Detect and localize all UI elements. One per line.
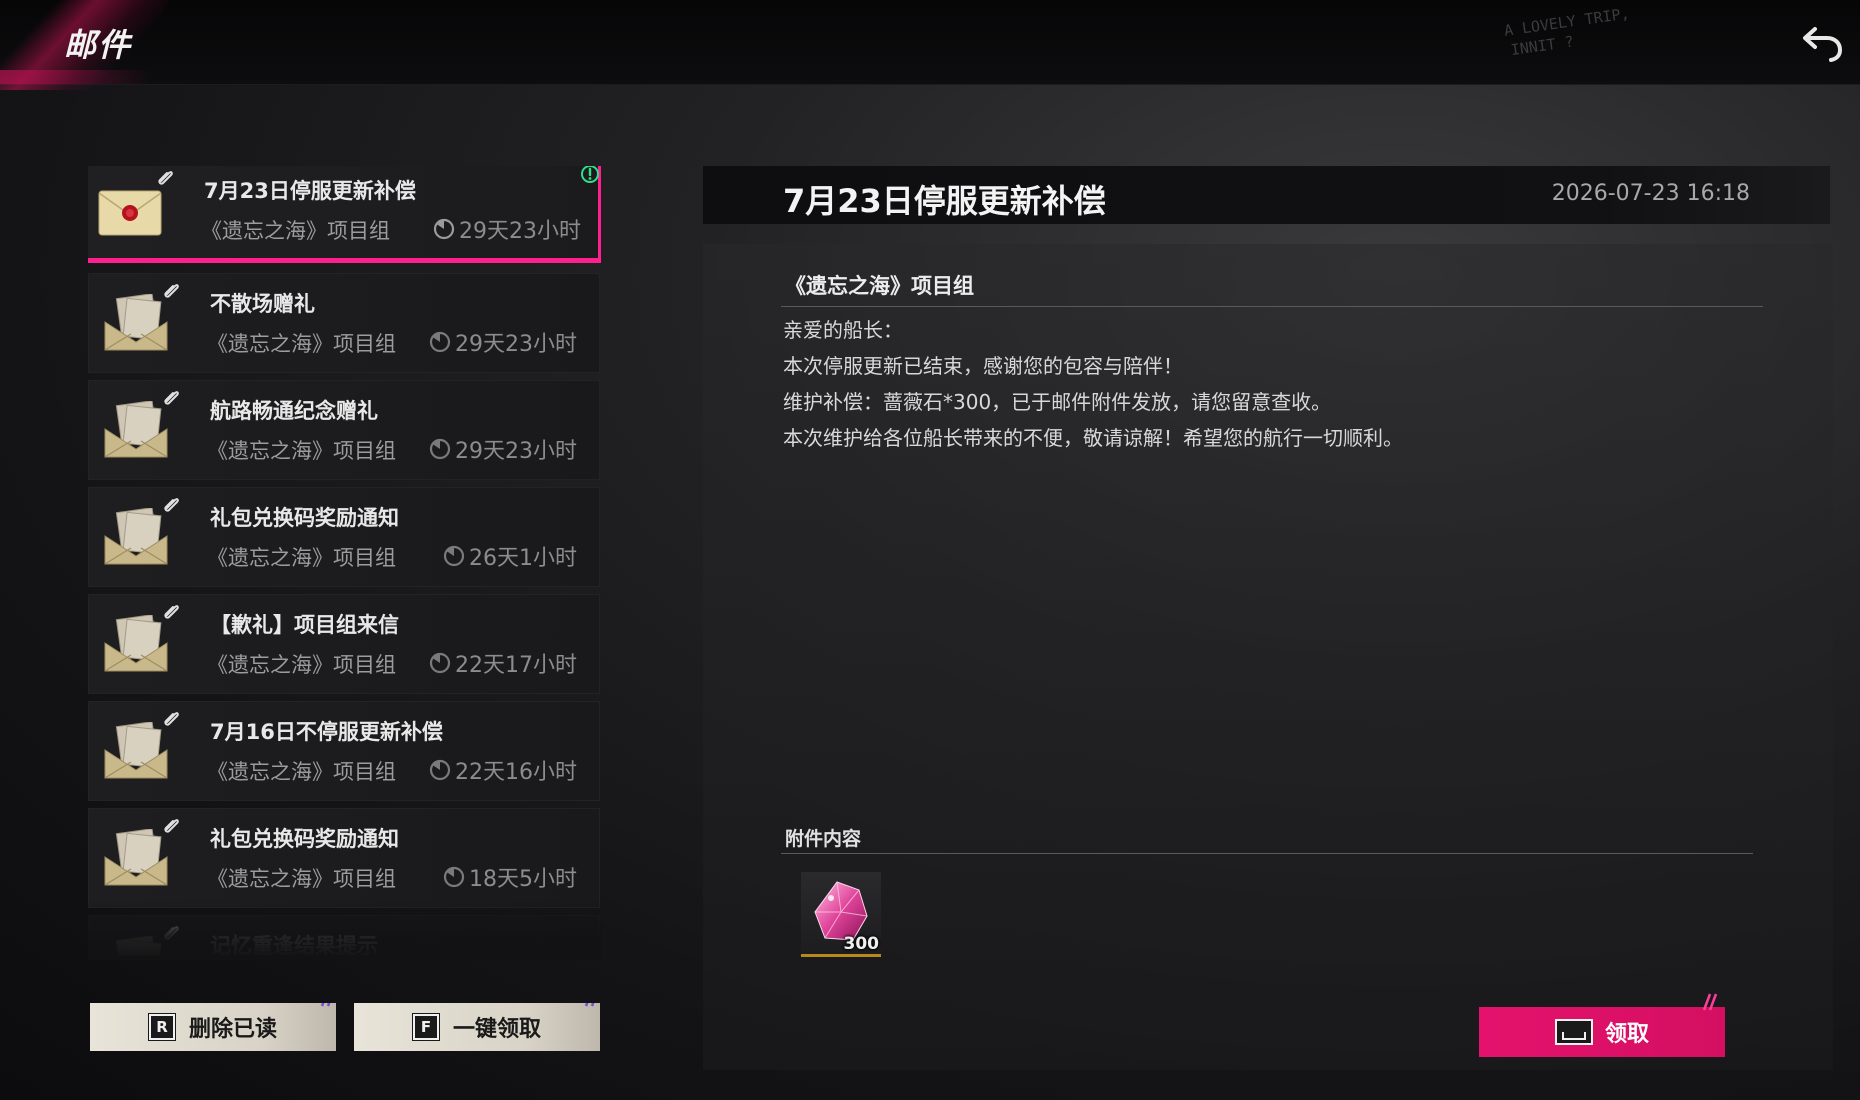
mail-list-item[interactable]: 【歉礼】项目组来信 《遗忘之海》项目组 22天17小时 [88, 594, 600, 694]
letter-sender: 《遗忘之海》项目组 [785, 274, 974, 298]
mail-subject: 7月23日停服更新补偿 [204, 179, 416, 203]
clock-icon [429, 331, 451, 353]
letter-line: 本次维护给各位船长带来的不便，敬请谅解！希望您的航行一切顺利。 [783, 426, 1403, 450]
mail-expiry-text: 22天17小时 [455, 653, 577, 678]
mail-detail-date: 2026-07-23 16:18 [1551, 181, 1750, 206]
unread-alert-icon [581, 166, 599, 183]
mail-expiry: 18天5小时 [443, 861, 577, 893]
decorative-ticks-icon [1702, 993, 1718, 1011]
attachment-item[interactable]: 300 [801, 872, 881, 957]
mail-detail-title: 7月23日停服更新补偿 [783, 182, 1106, 220]
delete-read-label: 删除已读 [188, 1017, 277, 1042]
mail-expiry-text: 29天23小时 [455, 439, 577, 464]
decorative-scribble: A LOVELY TRIP, INNIT ? [1502, 4, 1631, 60]
mail-expiry-text: 26天1小时 [469, 546, 577, 571]
attachment-clip-icon [158, 171, 173, 185]
mail-expiry: 29天23小时 [429, 326, 577, 358]
mail-detail-body: 《遗忘之海》项目组 亲爱的船长： 本次停服更新已结束，感谢您的包容与陪伴！ 维护… [703, 244, 1833, 1070]
claim-all-label: 一键领取 [452, 1017, 541, 1042]
mail-list-item[interactable]: 礼包兑换码奖励通知 《遗忘之海》项目组 18天5小时 [88, 808, 600, 908]
attachment-clip-icon [164, 819, 179, 833]
mail-sender: 《遗忘之海》项目组 [207, 653, 396, 677]
letter-line: 本次停服更新已结束，感谢您的包容与陪伴！ [783, 354, 1183, 378]
mail-list-item[interactable]: 礼包兑换码奖励通知 《遗忘之海》项目组 26天1小时 [88, 487, 600, 587]
opened-envelope-icon [104, 294, 168, 351]
attachment-clip-icon [164, 498, 179, 512]
keycap-f: F [411, 1013, 440, 1041]
opened-envelope-icon [104, 508, 168, 565]
mail-detail-header: 7月23日停服更新补偿 2026-07-23 16:18 [703, 166, 1830, 224]
sender-divider [781, 306, 1763, 307]
letter-content: 亲爱的船长： 本次停服更新已结束，感谢您的包容与陪伴！ 维护补偿：蔷薇石*300… [783, 312, 1763, 456]
mail-expiry: 29天23小时 [429, 433, 577, 465]
return-arrow-icon [1803, 27, 1843, 62]
sealed-envelope-icon [98, 190, 162, 236]
clock-icon [429, 438, 451, 460]
mail-sender: 《遗忘之海》项目组 [207, 867, 396, 891]
mail-sender: 《遗忘之海》项目组 [207, 332, 396, 356]
back-button[interactable] [1800, 22, 1846, 64]
list-fade-mask [88, 900, 601, 960]
opened-envelope-icon [104, 722, 168, 779]
delete-read-button[interactable]: R 删除已读 [90, 1003, 336, 1051]
letter-line: 维护补偿：蔷薇石*300，已于邮件附件发放，请您留意查收。 [783, 390, 1332, 414]
mail-subject: 不散场赠礼 [210, 292, 315, 316]
mail-expiry-text: 29天23小时 [455, 332, 577, 357]
mail-subject: 7月16日不停服更新补偿 [210, 720, 443, 744]
opened-envelope-icon [104, 829, 168, 886]
mail-list-item[interactable]: 航路畅通纪念赠礼 《遗忘之海》项目组 29天23小时 [88, 380, 600, 480]
clock-icon [429, 759, 451, 781]
mail-expiry-text: 18天5小时 [469, 867, 577, 892]
letter-line: 亲爱的船长： [783, 318, 903, 342]
attachment-count: 300 [843, 934, 880, 954]
mail-expiry: 26天1小时 [443, 540, 577, 572]
mail-list: 7月23日停服更新补偿 《遗忘之海》项目组 29天23小时 不散场赠礼 《遗忘之… [88, 166, 601, 956]
mail-subject: 礼包兑换码奖励通知 [210, 827, 399, 851]
keycap-r: R [147, 1013, 176, 1041]
clock-icon [429, 652, 451, 674]
attachment-clip-icon [164, 712, 179, 726]
top-bar: 邮件 A LOVELY TRIP, INNIT ? [0, 0, 1860, 90]
mail-subject: 航路畅通纪念赠礼 [210, 399, 378, 423]
mail-expiry-text: 22天16小时 [455, 760, 577, 785]
claim-all-button[interactable]: F 一键领取 [354, 1003, 600, 1051]
mail-list-item[interactable]: 7月16日不停服更新补偿 《遗忘之海》项目组 22天16小时 [88, 701, 600, 801]
attachments-label: 附件内容 [785, 828, 862, 850]
mail-list-item[interactable]: 不散场赠礼 《遗忘之海》项目组 29天23小时 [88, 273, 600, 373]
clock-icon [443, 545, 465, 567]
decorative-ticks-icon [320, 1003, 336, 1007]
attachments-divider [781, 853, 1753, 854]
opened-envelope-icon [104, 615, 168, 672]
spacebar-key-icon [1554, 1019, 1593, 1045]
mail-sender: 《遗忘之海》项目组 [207, 439, 396, 463]
page-title: 邮件 [64, 26, 133, 64]
mail-sender: 《遗忘之海》项目组 [207, 760, 396, 784]
opened-envelope-icon [104, 401, 168, 458]
mail-subject: 【歉礼】项目组来信 [210, 613, 399, 637]
mail-expiry: 29天23小时 [433, 213, 581, 245]
mail-expiry-text: 29天23小时 [459, 219, 581, 244]
attachment-clip-icon [164, 391, 179, 405]
mail-sender: 《遗忘之海》项目组 [207, 546, 396, 570]
claim-button[interactable]: 领取 [1479, 993, 1725, 1057]
claim-label: 领取 [1604, 1022, 1649, 1047]
mail-subject: 礼包兑换码奖励通知 [210, 506, 399, 530]
title-accent-stripe [0, 70, 150, 84]
attachment-clip-icon [164, 605, 179, 619]
decorative-ticks-icon [584, 1003, 600, 1007]
clock-icon [443, 866, 465, 888]
attachment-clip-icon [164, 284, 179, 298]
mail-expiry: 22天17小时 [429, 647, 577, 679]
clock-icon [433, 218, 455, 240]
mail-sender: 《遗忘之海》项目组 [201, 219, 390, 243]
mail-list-item[interactable]: 7月23日停服更新补偿 《遗忘之海》项目组 29天23小时 [88, 166, 601, 263]
mail-expiry: 22天16小时 [429, 754, 577, 786]
